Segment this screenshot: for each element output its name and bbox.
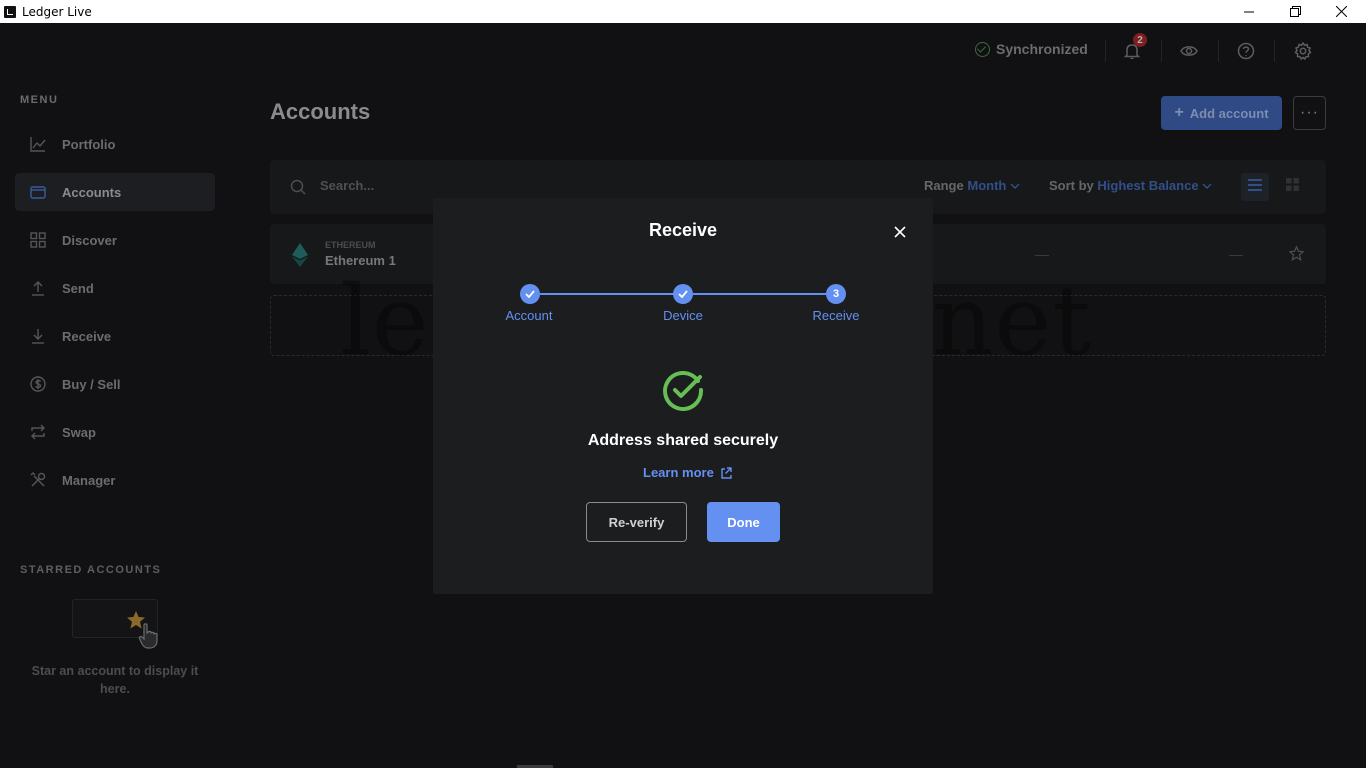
sidebar-item-accounts[interactable]: Accounts bbox=[15, 173, 215, 211]
step-label: Account bbox=[505, 308, 553, 323]
sidebar-item-receive[interactable]: Receive bbox=[15, 317, 215, 355]
step-receive-number: 3 bbox=[826, 284, 846, 304]
gear-icon[interactable] bbox=[1292, 40, 1314, 62]
step-device-check-icon bbox=[673, 284, 693, 304]
sort-value: Highest Balance bbox=[1097, 178, 1199, 193]
starred-empty-text: Star an account to display it here. bbox=[31, 664, 199, 696]
account-balance: — bbox=[1035, 246, 1049, 262]
notification-badge: 2 bbox=[1133, 33, 1147, 47]
range-label: Range bbox=[924, 178, 964, 193]
close-icon[interactable] bbox=[890, 222, 910, 242]
chevron-down-icon bbox=[1010, 178, 1020, 193]
sort-dropdown[interactable]: Sort by Highest Balance bbox=[1049, 178, 1212, 193]
sync-status[interactable]: Synchronized bbox=[975, 41, 1088, 57]
chart-icon bbox=[30, 136, 46, 152]
divider bbox=[1105, 40, 1106, 62]
sidebar-item-label: Manager bbox=[62, 472, 116, 488]
swap-icon bbox=[30, 424, 46, 440]
plus-icon: + bbox=[1174, 104, 1184, 121]
hand-cursor-icon bbox=[138, 623, 160, 654]
sidebar-item-label: Portfolio bbox=[62, 136, 116, 152]
stepper-connector bbox=[693, 293, 836, 295]
check-circle-icon bbox=[975, 41, 990, 57]
range-value: Month bbox=[967, 178, 1007, 193]
window-title: Ledger Live bbox=[22, 4, 92, 19]
add-account-label: Add account bbox=[1189, 105, 1269, 121]
search-input[interactable]: Search... bbox=[320, 178, 374, 193]
success-message: Address shared securely bbox=[587, 432, 779, 449]
sidebar-item-discover[interactable]: Discover bbox=[15, 221, 215, 259]
grid-icon bbox=[1285, 178, 1299, 196]
learn-more-label: Learn more bbox=[643, 465, 714, 480]
check-circle-icon bbox=[662, 369, 704, 416]
sidebar-item-label: Buy / Sell bbox=[62, 376, 121, 392]
eye-icon[interactable] bbox=[1178, 40, 1200, 62]
sidebar: MENU Portfolio Accounts Discover Send Re… bbox=[0, 23, 231, 768]
tools-icon bbox=[30, 472, 46, 488]
help-icon[interactable] bbox=[1235, 40, 1257, 62]
sidebar-item-label: Discover bbox=[62, 232, 117, 248]
divider bbox=[1274, 40, 1275, 62]
sidebar-item-label: Receive bbox=[62, 328, 112, 344]
chevron-down-icon bbox=[1202, 178, 1212, 193]
divider bbox=[1161, 40, 1162, 62]
sidebar-item-label: Swap bbox=[62, 424, 96, 440]
star-icon[interactable] bbox=[1288, 245, 1305, 266]
dollar-icon bbox=[30, 376, 46, 392]
starred-accounts-title: STARRED ACCOUNTS bbox=[20, 564, 162, 576]
wallet-icon bbox=[30, 184, 46, 200]
upload-icon bbox=[30, 280, 46, 296]
sidebar-item-label: Send bbox=[62, 280, 94, 296]
account-countervalue: — bbox=[1229, 246, 1243, 262]
sidebar-item-buy-sell[interactable]: Buy / Sell bbox=[15, 365, 215, 403]
receive-modal: Receive Account Device 3 Receive Address… bbox=[433, 198, 933, 594]
sidebar-item-swap[interactable]: Swap bbox=[15, 413, 215, 451]
menu-title: MENU bbox=[20, 94, 59, 106]
account-name: Ethereum 1 bbox=[325, 253, 396, 268]
sort-label: Sort by bbox=[1049, 178, 1094, 193]
stepper-connector bbox=[540, 293, 683, 295]
page-title: Accounts bbox=[270, 99, 371, 124]
range-dropdown[interactable]: Range Month bbox=[924, 178, 1020, 193]
sync-status-label: Synchronized bbox=[996, 41, 1088, 57]
list-icon bbox=[1248, 178, 1262, 196]
sidebar-item-send[interactable]: Send bbox=[15, 269, 215, 307]
grid-view-button[interactable] bbox=[1278, 173, 1306, 201]
download-icon bbox=[30, 328, 46, 344]
ethereum-icon bbox=[292, 243, 308, 272]
restore-icon[interactable] bbox=[1272, 0, 1318, 23]
account-currency: ETHEREUM bbox=[325, 240, 376, 250]
external-link-icon bbox=[721, 466, 732, 479]
more-options-button[interactable]: ··· bbox=[1293, 96, 1326, 130]
sidebar-item-manager[interactable]: Manager bbox=[15, 461, 215, 499]
grid-icon bbox=[30, 232, 46, 248]
step-label: Device bbox=[663, 308, 703, 323]
divider bbox=[1218, 40, 1219, 62]
modal-title: Receive bbox=[648, 220, 718, 240]
add-account-button[interactable]: + Add account bbox=[1161, 96, 1282, 130]
step-label: Receive bbox=[812, 308, 860, 323]
close-icon[interactable] bbox=[1318, 0, 1364, 23]
ledger-app-icon bbox=[4, 5, 16, 18]
done-button[interactable]: Done bbox=[707, 502, 780, 542]
sidebar-item-label: Accounts bbox=[62, 184, 122, 200]
list-view-button[interactable] bbox=[1241, 173, 1269, 201]
minimize-icon[interactable] bbox=[1226, 0, 1272, 23]
learn-more-link[interactable]: Learn more bbox=[643, 465, 732, 480]
sidebar-item-portfolio[interactable]: Portfolio bbox=[15, 125, 215, 163]
step-account-check-icon bbox=[520, 284, 540, 304]
window-titlebar: Ledger Live bbox=[0, 0, 1366, 23]
search-icon bbox=[290, 179, 306, 200]
reverify-button[interactable]: Re-verify bbox=[586, 502, 687, 542]
